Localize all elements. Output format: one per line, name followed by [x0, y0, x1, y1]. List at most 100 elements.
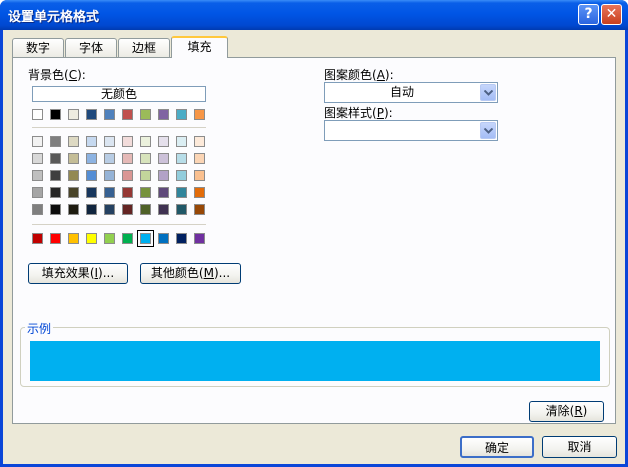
color-swatch[interactable]: [158, 170, 169, 181]
color-swatch[interactable]: [176, 170, 187, 181]
color-swatch[interactable]: [194, 109, 205, 120]
color-swatch[interactable]: [194, 170, 205, 181]
pattern-color-select[interactable]: 自动: [324, 82, 498, 103]
color-swatch[interactable]: [158, 109, 169, 120]
color-swatch[interactable]: [86, 187, 97, 198]
help-button[interactable]: ?: [578, 4, 599, 25]
color-swatch[interactable]: [68, 187, 79, 198]
pattern-color-label: 图案颜色(A):: [324, 68, 394, 82]
title-bar[interactable]: 设置单元格格式 ? ✕: [0, 0, 628, 30]
color-swatch[interactable]: [104, 153, 115, 164]
color-swatch[interactable]: [140, 204, 151, 215]
color-swatch[interactable]: [68, 153, 79, 164]
color-swatch[interactable]: [122, 136, 133, 147]
tab-fill[interactable]: 填充: [171, 36, 228, 58]
color-swatch[interactable]: [176, 187, 187, 198]
clear-button[interactable]: 清除(R): [529, 401, 604, 422]
help-icon: ?: [584, 6, 593, 22]
color-swatch[interactable]: [86, 153, 97, 164]
close-button[interactable]: ✕: [601, 4, 622, 25]
color-swatch[interactable]: [176, 233, 187, 244]
color-swatch[interactable]: [104, 170, 115, 181]
color-swatch[interactable]: [32, 233, 43, 244]
tab-number[interactable]: 数字: [12, 38, 64, 57]
color-swatch[interactable]: [50, 204, 61, 215]
color-swatch[interactable]: [158, 153, 169, 164]
color-swatch[interactable]: [194, 153, 205, 164]
more-colors-button[interactable]: 其他颜色(M)...: [140, 263, 241, 284]
color-swatch[interactable]: [140, 136, 151, 147]
color-swatch[interactable]: [158, 233, 169, 244]
color-swatch[interactable]: [140, 187, 151, 198]
sample-group: 示例: [20, 320, 610, 387]
color-swatch[interactable]: [137, 230, 154, 247]
color-swatch[interactable]: [32, 109, 43, 120]
dialog-title: 设置单元格格式: [8, 10, 100, 25]
color-swatch[interactable]: [32, 170, 43, 181]
color-swatch[interactable]: [176, 109, 187, 120]
color-swatch[interactable]: [68, 109, 79, 120]
no-color-button[interactable]: 无颜色: [32, 86, 206, 102]
color-swatch[interactable]: [194, 204, 205, 215]
tab-font[interactable]: 字体: [65, 38, 117, 57]
pattern-color-dropdown[interactable]: [480, 84, 496, 101]
color-swatch[interactable]: [158, 136, 169, 147]
color-swatch[interactable]: [194, 187, 205, 198]
fill-effects-button[interactable]: 填充效果(I)...: [28, 263, 128, 284]
color-swatch[interactable]: [104, 233, 115, 244]
color-swatch[interactable]: [68, 170, 79, 181]
color-swatch[interactable]: [86, 109, 97, 120]
color-swatch[interactable]: [122, 170, 133, 181]
palette-separator: [32, 127, 206, 128]
fill-panel: 背景色(C): 无颜色 填充效果(I)... 其他颜色(M)... 图案颜色(A…: [12, 57, 616, 424]
color-swatch[interactable]: [140, 153, 151, 164]
color-swatch[interactable]: [32, 136, 43, 147]
color-swatch[interactable]: [140, 170, 151, 181]
color-swatch[interactable]: [176, 136, 187, 147]
color-swatch[interactable]: [176, 204, 187, 215]
color-swatch[interactable]: [68, 136, 79, 147]
color-swatch[interactable]: [104, 109, 115, 120]
chevron-down-icon: [484, 90, 493, 96]
color-swatch[interactable]: [194, 136, 205, 147]
tab-border[interactable]: 边框: [118, 38, 170, 57]
color-swatch[interactable]: [50, 109, 61, 120]
color-swatch[interactable]: [50, 187, 61, 198]
color-swatch[interactable]: [104, 204, 115, 215]
pattern-color-value: 自动: [389, 85, 414, 99]
color-swatch[interactable]: [158, 204, 169, 215]
close-icon: ✕: [605, 6, 618, 22]
color-swatch[interactable]: [122, 153, 133, 164]
color-swatch[interactable]: [86, 170, 97, 181]
color-swatch[interactable]: [68, 204, 79, 215]
color-swatch[interactable]: [122, 233, 133, 244]
color-swatch[interactable]: [50, 170, 61, 181]
color-swatch[interactable]: [50, 136, 61, 147]
color-swatch[interactable]: [50, 153, 61, 164]
pattern-style-select[interactable]: [324, 120, 498, 141]
color-swatch[interactable]: [104, 187, 115, 198]
color-swatch[interactable]: [32, 153, 43, 164]
color-swatch[interactable]: [32, 187, 43, 198]
color-swatch[interactable]: [122, 109, 133, 120]
color-swatch[interactable]: [86, 204, 97, 215]
color-swatch[interactable]: [86, 233, 97, 244]
ok-button[interactable]: 确定: [460, 436, 534, 458]
color-swatch[interactable]: [158, 187, 169, 198]
color-swatch[interactable]: [176, 153, 187, 164]
color-swatch[interactable]: [122, 187, 133, 198]
color-swatch[interactable]: [68, 233, 79, 244]
color-swatch[interactable]: [86, 136, 97, 147]
palette-separator: [32, 224, 206, 225]
pattern-style-dropdown[interactable]: [480, 122, 496, 139]
color-swatch[interactable]: [32, 204, 43, 215]
color-swatch[interactable]: [122, 204, 133, 215]
cancel-button[interactable]: 取消: [542, 436, 617, 458]
pattern-style-label: 图案样式(P):: [324, 106, 393, 120]
color-swatch[interactable]: [50, 233, 61, 244]
format-cells-dialog: 设置单元格格式 ? ✕ 数字 字体 边框 填充 背景色(C): 无颜色 填充效果…: [0, 0, 628, 467]
color-swatch[interactable]: [104, 136, 115, 147]
background-color-label: 背景色(C):: [28, 68, 86, 82]
color-swatch[interactable]: [194, 233, 205, 244]
color-swatch[interactable]: [140, 109, 151, 120]
